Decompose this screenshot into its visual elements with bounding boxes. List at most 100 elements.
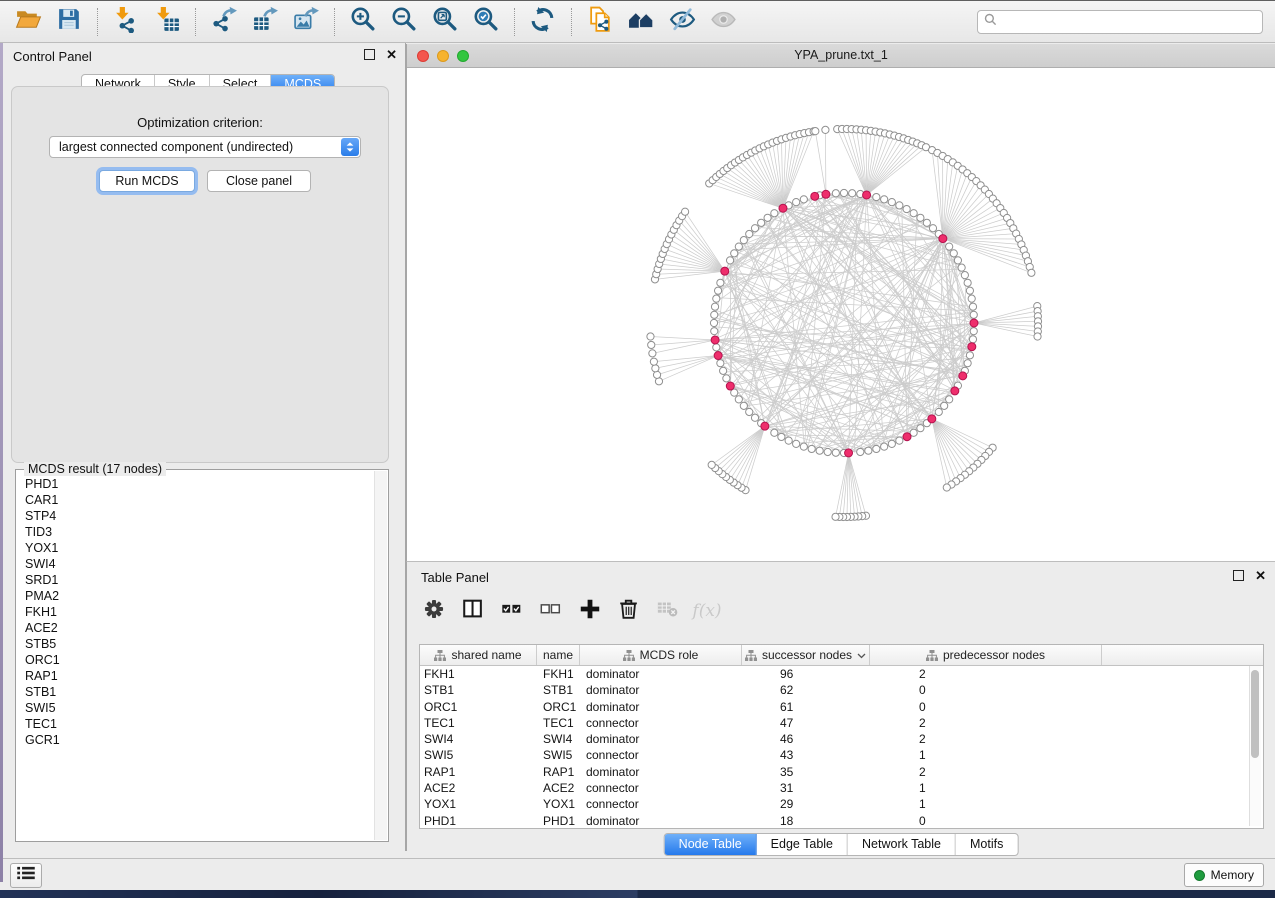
cell-name[interactable]: SWI4 (537, 731, 580, 747)
cell-name[interactable]: YOX1 (537, 796, 580, 812)
cell-mcds_role[interactable]: dominator (580, 764, 742, 780)
zoom-fit-button[interactable] (425, 5, 466, 39)
mcds-result-item[interactable]: PMA2 (17, 588, 374, 604)
mcds-result-item[interactable]: YOX1 (17, 540, 374, 556)
mcds-list-scrollbar[interactable] (374, 471, 387, 840)
deselect-all-rows-button[interactable] (536, 596, 566, 626)
mcds-result-item[interactable]: PHD1 (17, 476, 374, 492)
search-box[interactable] (977, 10, 1263, 34)
cell-successor_nodes[interactable]: 47 (742, 715, 870, 731)
search-input[interactable] (1002, 14, 1256, 30)
cell-predecessor_nodes[interactable]: 0 (870, 699, 1102, 715)
cell-shared_name[interactable]: SWI5 (420, 747, 537, 763)
cell-name[interactable]: RAP1 (537, 764, 580, 780)
cell-name[interactable]: SWI5 (537, 747, 580, 763)
cell-mcds_role[interactable]: dominator (580, 731, 742, 747)
tab-edge-table[interactable]: Edge Table (757, 834, 848, 855)
table-row[interactable]: SWI4SWI4dominator462 (420, 731, 1263, 747)
cell-name[interactable]: TEC1 (537, 715, 580, 731)
cell-shared_name[interactable]: YOX1 (420, 796, 537, 812)
column-header-shared-name[interactable]: shared name (420, 645, 537, 665)
cell-mcds_role[interactable]: connector (580, 715, 742, 731)
mcds-result-item[interactable]: ORC1 (17, 652, 374, 668)
cell-successor_nodes[interactable]: 62 (742, 682, 870, 698)
column-header-successor-nodes[interactable]: successor nodes (742, 645, 870, 665)
cell-predecessor_nodes[interactable]: 0 (870, 813, 1102, 829)
clone-network-button[interactable] (580, 5, 621, 39)
cell-shared_name[interactable]: SWI4 (420, 731, 537, 747)
zoom-in-button[interactable] (343, 5, 384, 39)
cell-shared_name[interactable]: TEC1 (420, 715, 537, 731)
float-panel-icon[interactable] (364, 49, 375, 60)
cell-name[interactable]: ORC1 (537, 699, 580, 715)
mcds-result-item[interactable]: TID3 (17, 524, 374, 540)
tab-node-table[interactable]: Node Table (665, 834, 757, 855)
cell-name[interactable]: PHD1 (537, 813, 580, 829)
zoom-selected-button[interactable] (466, 5, 507, 39)
cell-predecessor_nodes[interactable]: 1 (870, 747, 1102, 763)
cell-successor_nodes[interactable]: 61 (742, 699, 870, 715)
tab-motifs[interactable]: Motifs (956, 834, 1017, 855)
table-row[interactable]: RAP1RAP1dominator352 (420, 764, 1263, 780)
cell-successor_nodes[interactable]: 18 (742, 813, 870, 829)
close-panel-icon[interactable]: ✕ (386, 49, 397, 60)
column-header-predecessor-nodes[interactable]: predecessor nodes (870, 645, 1102, 665)
cell-predecessor_nodes[interactable]: 1 (870, 796, 1102, 812)
table-row[interactable]: FKH1FKH1dominator962 (420, 666, 1263, 682)
cell-shared_name[interactable]: RAP1 (420, 764, 537, 780)
table-row[interactable]: STB1STB1dominator620 (420, 682, 1263, 698)
network-window-titlebar[interactable]: YPA_prune.txt_1 (407, 44, 1275, 68)
table-row[interactable]: TEC1TEC1connector472 (420, 715, 1263, 731)
mcds-result-item[interactable]: SWI4 (17, 556, 374, 572)
cell-predecessor_nodes[interactable]: 1 (870, 780, 1102, 796)
cell-predecessor_nodes[interactable]: 0 (870, 682, 1102, 698)
cell-mcds_role[interactable]: dominator (580, 666, 742, 682)
mcds-result-item[interactable]: STB5 (17, 636, 374, 652)
mcds-result-item[interactable]: STB1 (17, 684, 374, 700)
cell-name[interactable]: STB1 (537, 682, 580, 698)
delete-columns-button[interactable] (614, 596, 644, 626)
tab-network-table[interactable]: Network Table (848, 834, 956, 855)
table-mode-gear-button[interactable] (419, 596, 449, 626)
cell-predecessor_nodes[interactable]: 2 (870, 731, 1102, 747)
table-row[interactable]: SWI5SWI5connector431 (420, 747, 1263, 763)
select-all-rows-button[interactable] (497, 596, 527, 626)
export-image-button[interactable] (286, 5, 327, 39)
cell-shared_name[interactable]: ACE2 (420, 780, 537, 796)
mcds-result-item[interactable]: CAR1 (17, 492, 374, 508)
table-scrollbar[interactable] (1249, 666, 1261, 826)
cell-mcds_role[interactable]: connector (580, 747, 742, 763)
cell-predecessor_nodes[interactable]: 2 (870, 764, 1102, 780)
table-row[interactable]: ACE2ACE2connector311 (420, 780, 1263, 796)
float-table-panel-icon[interactable] (1233, 570, 1244, 581)
mcds-result-item[interactable]: FKH1 (17, 604, 374, 620)
first-neighbors-button[interactable] (621, 5, 662, 39)
mcds-result-item[interactable]: SRD1 (17, 572, 374, 588)
task-history-button[interactable] (10, 863, 42, 888)
cell-successor_nodes[interactable]: 46 (742, 731, 870, 747)
mcds-result-item[interactable]: GCR1 (17, 732, 374, 748)
cell-predecessor_nodes[interactable]: 2 (870, 715, 1102, 731)
run-mcds-button[interactable]: Run MCDS (99, 170, 195, 192)
mcds-result-item[interactable]: TEC1 (17, 716, 374, 732)
table-scrollbar-thumb[interactable] (1251, 670, 1259, 758)
save-session-button[interactable] (49, 5, 90, 39)
cell-shared_name[interactable]: STB1 (420, 682, 537, 698)
cell-successor_nodes[interactable]: 35 (742, 764, 870, 780)
table-row[interactable]: ORC1ORC1dominator610 (420, 699, 1263, 715)
network-canvas[interactable] (407, 67, 1275, 561)
optimization-criterion-dropdown[interactable]: largest connected component (undirected) (49, 136, 361, 158)
cell-successor_nodes[interactable]: 43 (742, 747, 870, 763)
cell-mcds_role[interactable]: connector (580, 780, 742, 796)
export-table-button[interactable] (245, 5, 286, 39)
cell-shared_name[interactable]: PHD1 (420, 813, 537, 829)
cell-mcds_role[interactable]: connector (580, 796, 742, 812)
mcds-result-item[interactable]: RAP1 (17, 668, 374, 684)
format-columns-button[interactable] (458, 596, 488, 626)
import-network-button[interactable] (106, 5, 147, 39)
open-file-button[interactable] (8, 5, 49, 39)
cell-successor_nodes[interactable]: 31 (742, 780, 870, 796)
zoom-out-button[interactable] (384, 5, 425, 39)
table-row[interactable]: PHD1PHD1dominator180 (420, 813, 1263, 829)
cell-shared_name[interactable]: ORC1 (420, 699, 537, 715)
